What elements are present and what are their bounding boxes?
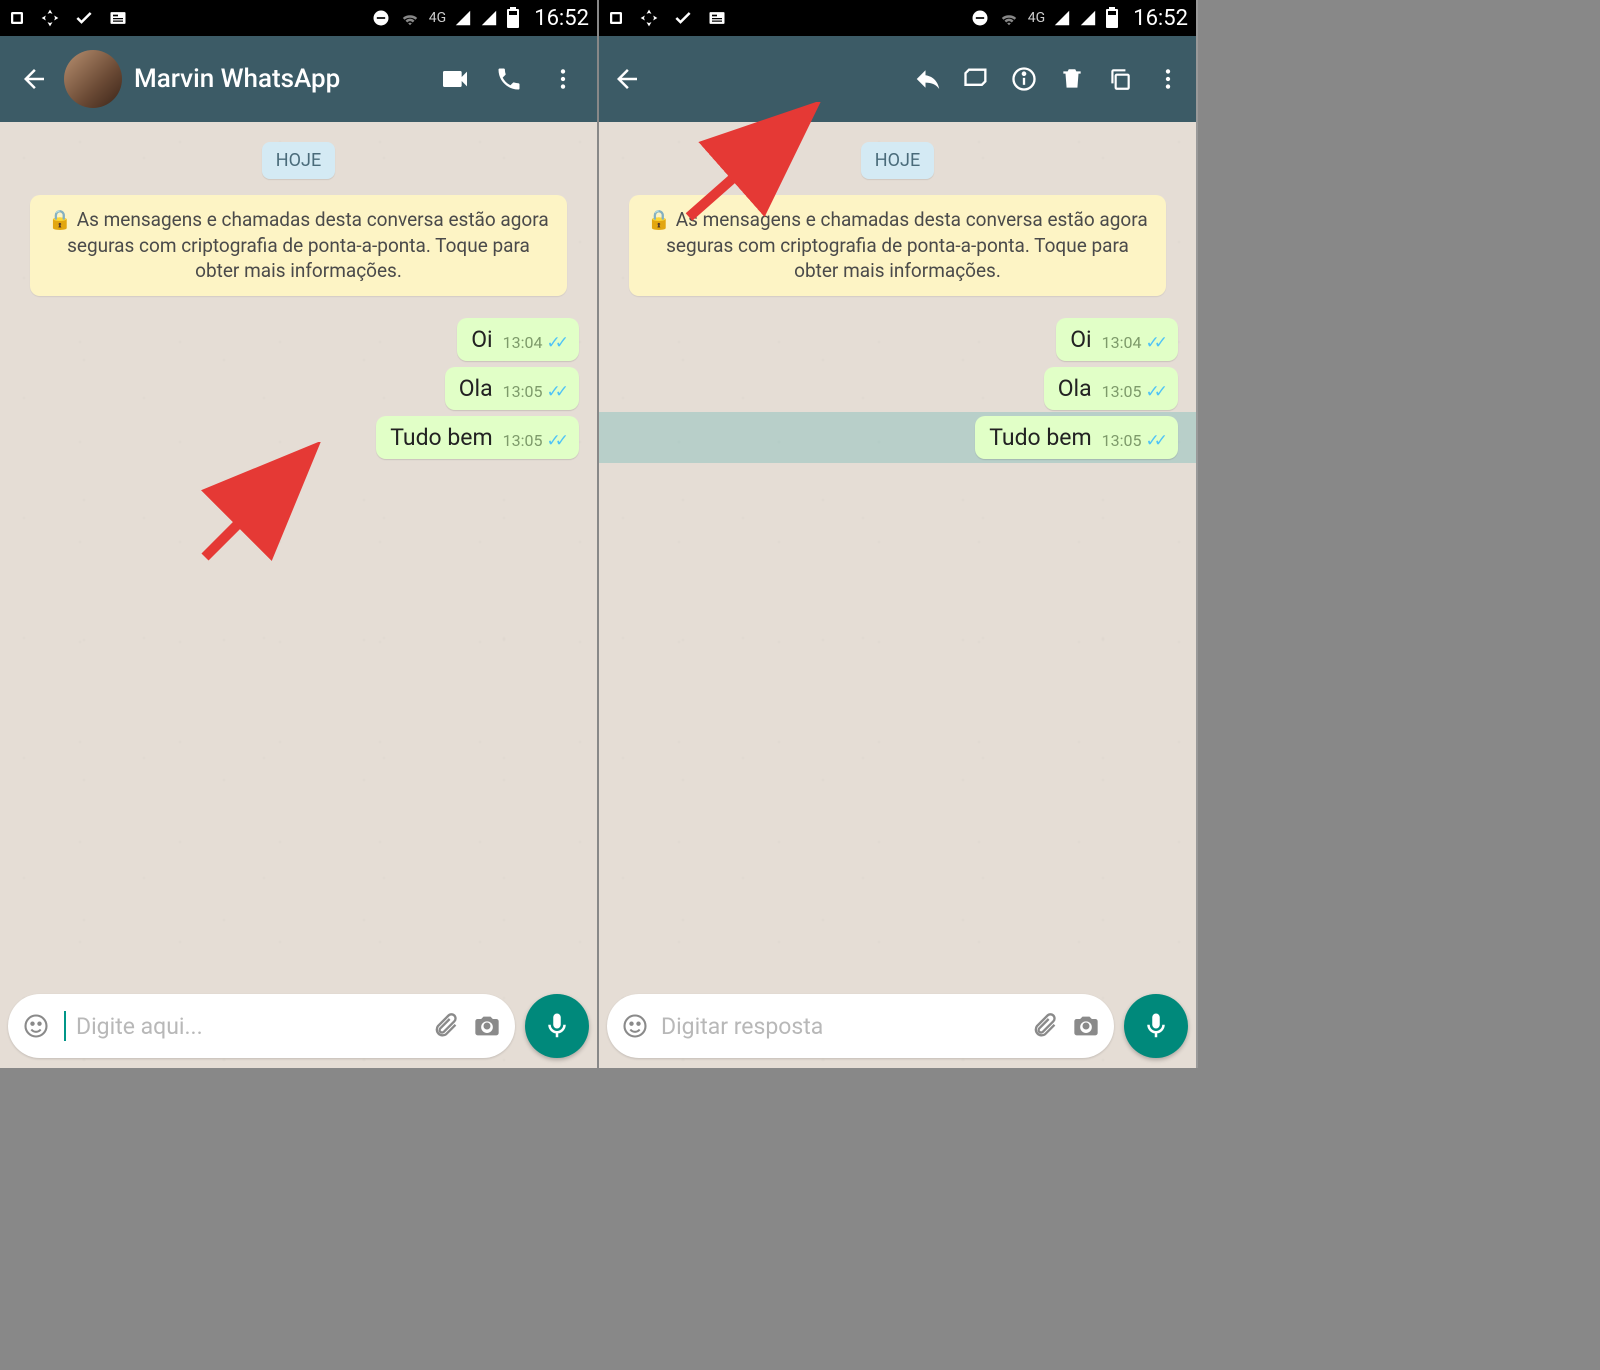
sync-icon — [639, 8, 659, 28]
contact-name[interactable]: Marvin WhatsApp — [134, 64, 425, 94]
message-time: 13:05 — [1102, 431, 1142, 450]
network-label: 4G — [1028, 10, 1045, 26]
phone-screen-left: 4G 16:52 Marvin WhatsApp — [0, 0, 597, 1068]
copy-button[interactable] — [1096, 55, 1144, 103]
date-chip: HOJE — [861, 142, 934, 179]
text-cursor — [64, 1011, 66, 1041]
read-ticks-icon: ✓✓ — [547, 382, 564, 402]
sync-icon — [40, 8, 60, 28]
wifi-icon — [998, 9, 1020, 27]
arrow-annotation — [190, 442, 330, 572]
screenshot-icon — [8, 9, 26, 27]
message-row-selected[interactable]: Tudo bem 13:05✓✓ — [617, 416, 1178, 459]
message-text: Tudo bem — [390, 424, 492, 451]
encryption-notice-text: As mensagens e chamadas desta conversa e… — [67, 208, 549, 282]
chat-body[interactable]: HOJE 🔒 As mensagens e chamadas desta con… — [0, 122, 597, 1068]
checkmark-icon — [74, 8, 94, 28]
news-icon — [707, 8, 727, 28]
voice-record-button[interactable] — [525, 994, 589, 1058]
star-button[interactable] — [952, 55, 1000, 103]
read-ticks-icon: ✓✓ — [1146, 431, 1163, 451]
back-button[interactable] — [10, 55, 58, 103]
signal-icon — [454, 9, 472, 27]
camera-icon[interactable] — [471, 1012, 503, 1040]
lock-icon: 🔒 — [48, 208, 72, 231]
date-chip: HOJE — [262, 142, 335, 179]
chat-body[interactable]: HOJE 🔒 As mensagens e chamadas desta con… — [599, 122, 1196, 1068]
reply-button[interactable] — [904, 55, 952, 103]
clock-time: 16:52 — [534, 6, 589, 31]
input-bar: Digitar resposta — [607, 994, 1188, 1058]
message-time: 13:05 — [503, 382, 543, 401]
status-bar: 4G 16:52 — [0, 0, 597, 36]
read-ticks-icon: ✓✓ — [1146, 333, 1163, 353]
signal-icon — [1053, 9, 1071, 27]
battery-icon — [1105, 7, 1119, 29]
more-options-button[interactable] — [1144, 55, 1192, 103]
info-button[interactable] — [1000, 55, 1048, 103]
message-text: Oi — [471, 326, 492, 353]
input-bar: Digite aqui... — [8, 994, 589, 1058]
delete-button[interactable] — [1048, 55, 1096, 103]
signal-icon-2 — [480, 9, 498, 27]
video-call-button[interactable] — [431, 55, 479, 103]
signal-icon-2 — [1079, 9, 1097, 27]
read-ticks-icon: ✓✓ — [547, 333, 564, 353]
message-row[interactable]: Ola 13:05✓✓ — [617, 367, 1178, 410]
message-time: 13:04 — [503, 333, 543, 352]
message-time: 13:04 — [1102, 333, 1142, 352]
message-row[interactable]: Oi 13:04✓✓ — [18, 318, 579, 361]
phone-screen-right: 4G 16:52 HOJE � — [599, 0, 1196, 1068]
message-text: Tudo bem — [989, 424, 1091, 451]
message-input[interactable]: Digite aqui... — [8, 994, 515, 1058]
voice-call-button[interactable] — [485, 55, 533, 103]
screenshot-icon — [607, 9, 625, 27]
read-ticks-icon: ✓✓ — [547, 431, 564, 451]
encryption-notice[interactable]: 🔒 As mensagens e chamadas desta conversa… — [30, 195, 567, 296]
message-text: Oi — [1070, 326, 1091, 353]
read-ticks-icon: ✓✓ — [1146, 382, 1163, 402]
emoji-icon[interactable] — [619, 1012, 651, 1040]
selection-action-bar — [599, 36, 1196, 122]
status-bar: 4G 16:52 — [599, 0, 1196, 36]
encryption-notice-text: As mensagens e chamadas desta conversa e… — [666, 208, 1148, 282]
attach-icon[interactable] — [429, 1012, 461, 1040]
voice-record-button[interactable] — [1124, 994, 1188, 1058]
checkmark-icon — [673, 8, 693, 28]
back-button[interactable] — [603, 55, 651, 103]
dnd-icon — [970, 8, 990, 28]
contact-avatar[interactable] — [64, 50, 122, 108]
camera-icon[interactable] — [1070, 1012, 1102, 1040]
lock-icon: 🔒 — [647, 208, 671, 231]
wifi-icon — [399, 9, 421, 27]
dnd-icon — [371, 8, 391, 28]
news-icon — [108, 8, 128, 28]
input-placeholder: Digite aqui... — [76, 1013, 419, 1040]
chat-app-bar: Marvin WhatsApp — [0, 36, 597, 122]
message-row[interactable]: Tudo bem 13:05✓✓ — [18, 416, 579, 459]
emoji-icon[interactable] — [20, 1012, 52, 1040]
network-label: 4G — [429, 10, 446, 26]
message-time: 13:05 — [503, 431, 543, 450]
encryption-notice[interactable]: 🔒 As mensagens e chamadas desta conversa… — [629, 195, 1166, 296]
message-input[interactable]: Digitar resposta — [607, 994, 1114, 1058]
message-row[interactable]: Oi 13:04✓✓ — [617, 318, 1178, 361]
clock-time: 16:52 — [1133, 6, 1188, 31]
message-text: Ola — [1058, 375, 1092, 402]
more-options-button[interactable] — [539, 55, 587, 103]
message-text: Ola — [459, 375, 493, 402]
attach-icon[interactable] — [1028, 1012, 1060, 1040]
battery-icon — [506, 7, 520, 29]
message-row[interactable]: Ola 13:05✓✓ — [18, 367, 579, 410]
input-placeholder: Digitar resposta — [661, 1013, 1018, 1040]
message-time: 13:05 — [1102, 382, 1142, 401]
